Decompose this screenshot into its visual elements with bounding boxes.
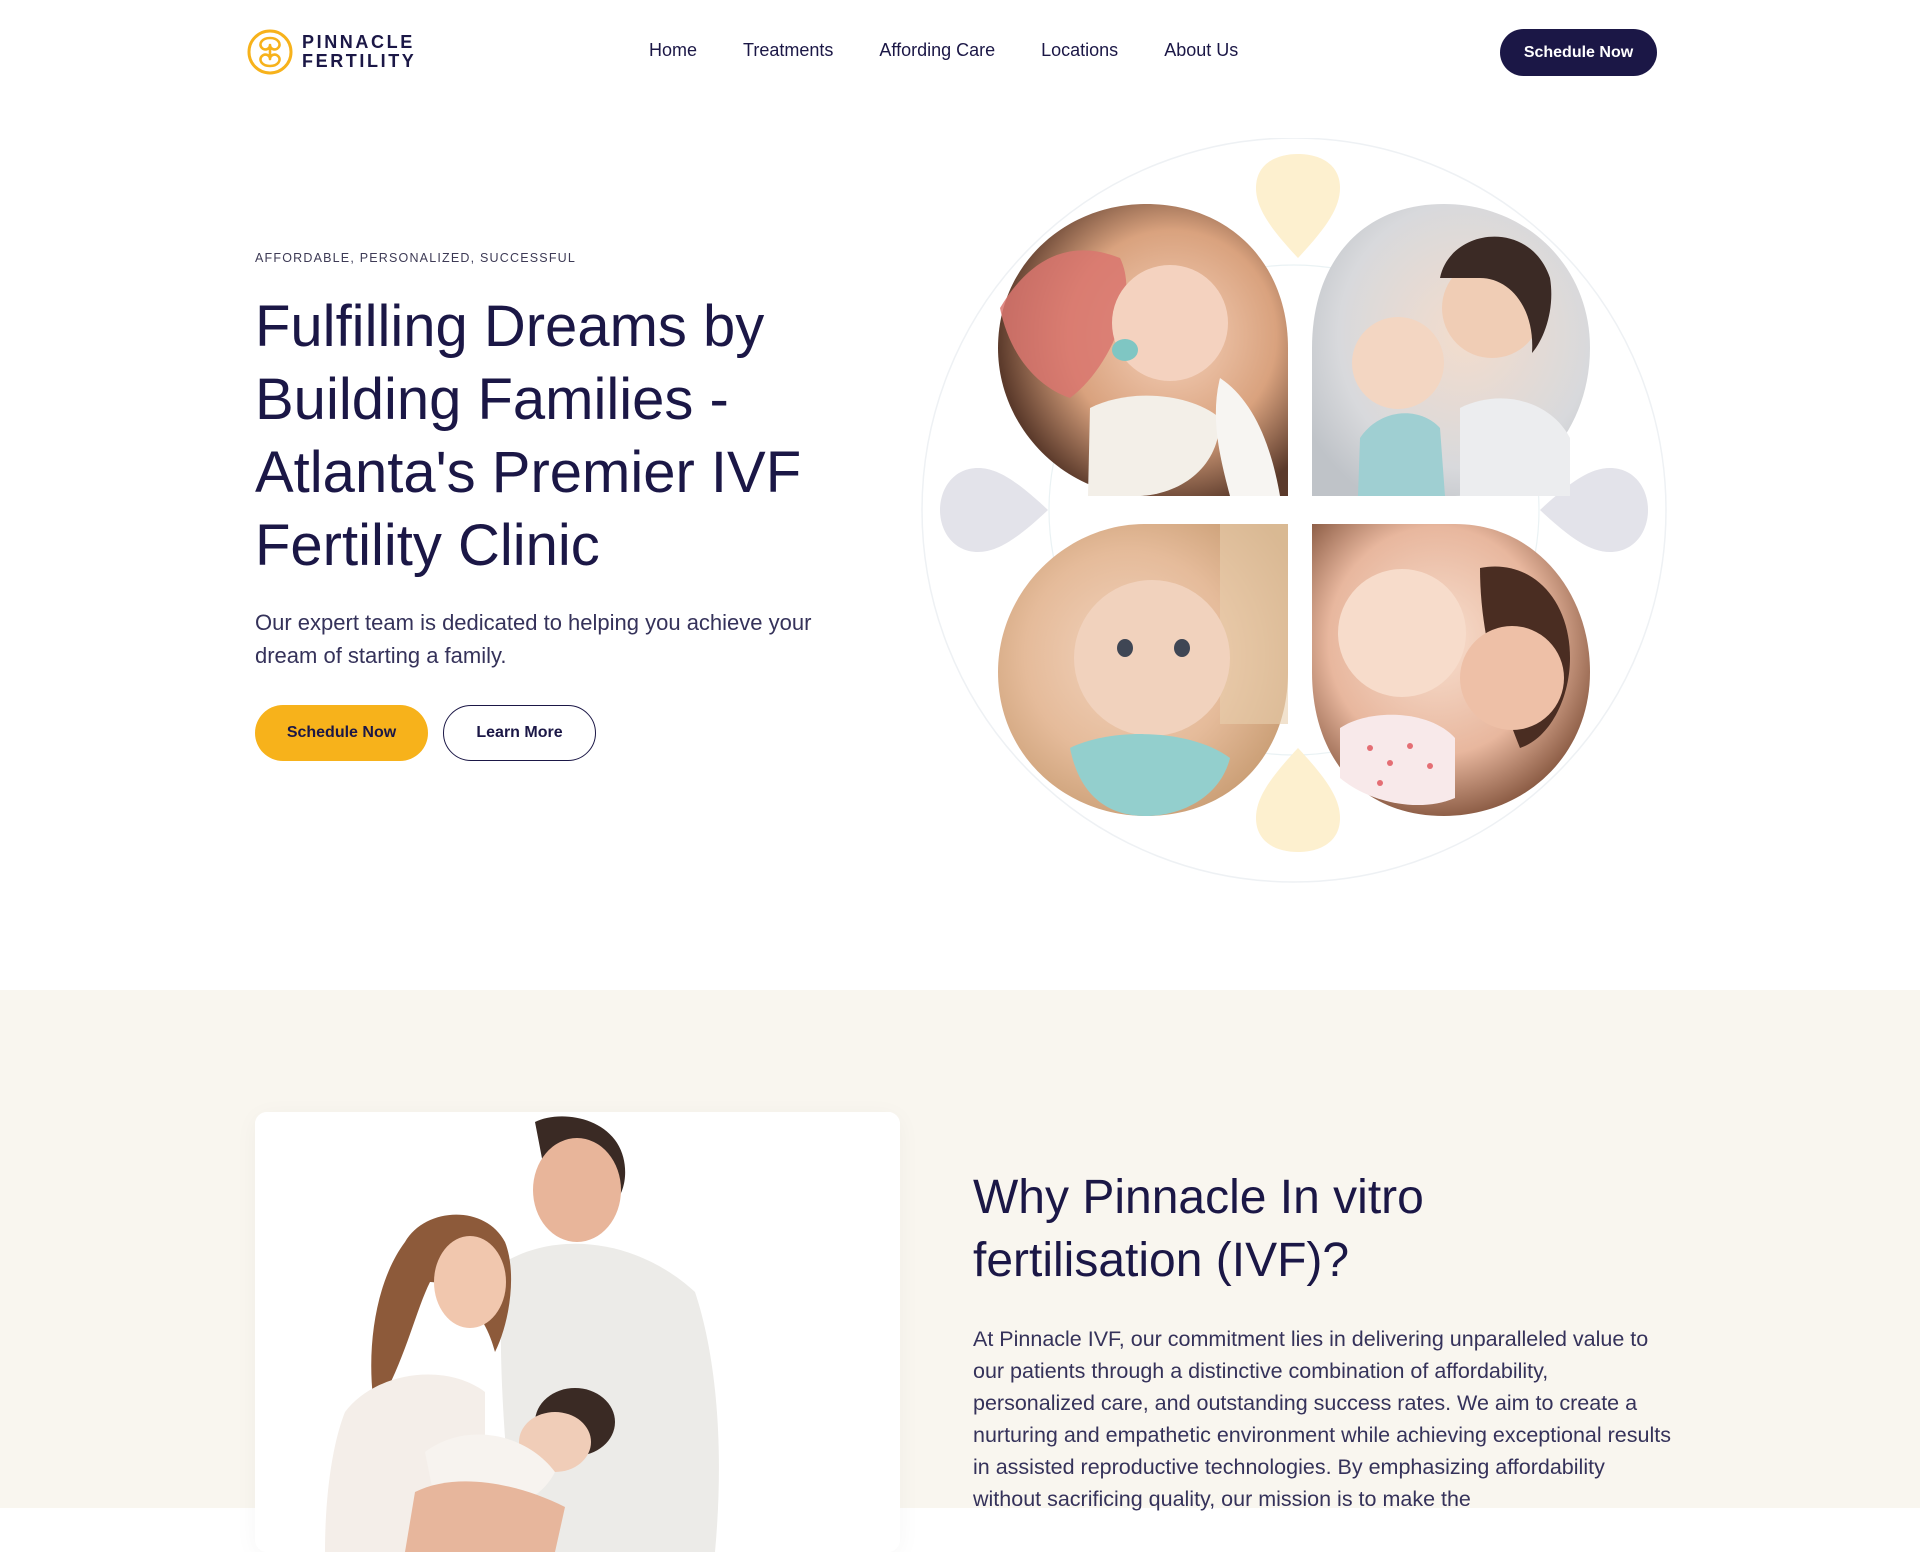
nav-item-home[interactable]: Home	[649, 40, 697, 61]
header-schedule-button[interactable]: Schedule Now	[1500, 29, 1657, 76]
petal-bottom	[1256, 748, 1340, 852]
why-image-card	[255, 1112, 900, 1552]
collage-photo-top-left	[998, 204, 1288, 496]
family-photo	[255, 1112, 900, 1552]
hero-subtitle: Our expert team is dedicated to helping …	[255, 610, 812, 668]
nav-item-about-us[interactable]: About Us	[1164, 40, 1238, 61]
nav-item-treatments[interactable]: Treatments	[743, 40, 833, 61]
hero-title: Fulfilling Dreams by Building Families -…	[255, 294, 802, 578]
why-title: Why Pinnacle In vitro fertilisation (IVF…	[973, 1171, 1424, 1287]
main-nav: Home Treatments Affording Care Locations…	[649, 40, 1238, 61]
petal-top	[1256, 154, 1340, 258]
brand-wordmark: PINNACLE FERTILITY	[302, 33, 416, 71]
hero-eyebrow: AFFORDABLE, PERSONALIZED, SUCCESSFUL	[255, 251, 577, 265]
brand-line-1: PINNACLE	[302, 32, 415, 52]
why-section: Why Pinnacle In vitro fertilisation (IVF…	[0, 990, 1920, 1552]
petal-left	[940, 468, 1048, 552]
pinnacle-logo-icon	[247, 29, 293, 75]
collage-photo-bottom-left	[998, 524, 1288, 816]
collage-photo-top-right	[1312, 204, 1590, 496]
collage-photo-bottom-right	[1312, 524, 1590, 816]
hero-photo-collage	[921, 138, 1667, 883]
brand-logo[interactable]: PINNACLE FERTILITY	[246, 28, 416, 76]
nav-item-affording-care[interactable]: Affording Care	[879, 40, 995, 61]
hero-learn-more-button[interactable]: Learn More	[443, 705, 596, 761]
brand-line-2: FERTILITY	[302, 51, 417, 71]
nav-item-locations[interactable]: Locations	[1041, 40, 1118, 61]
site-header: PINNACLE FERTILITY Home Treatments Affor…	[0, 0, 1920, 106]
hero-schedule-button[interactable]: Schedule Now	[255, 705, 428, 761]
why-body-text: At Pinnacle IVF, our commitment lies in …	[973, 1327, 1671, 1511]
